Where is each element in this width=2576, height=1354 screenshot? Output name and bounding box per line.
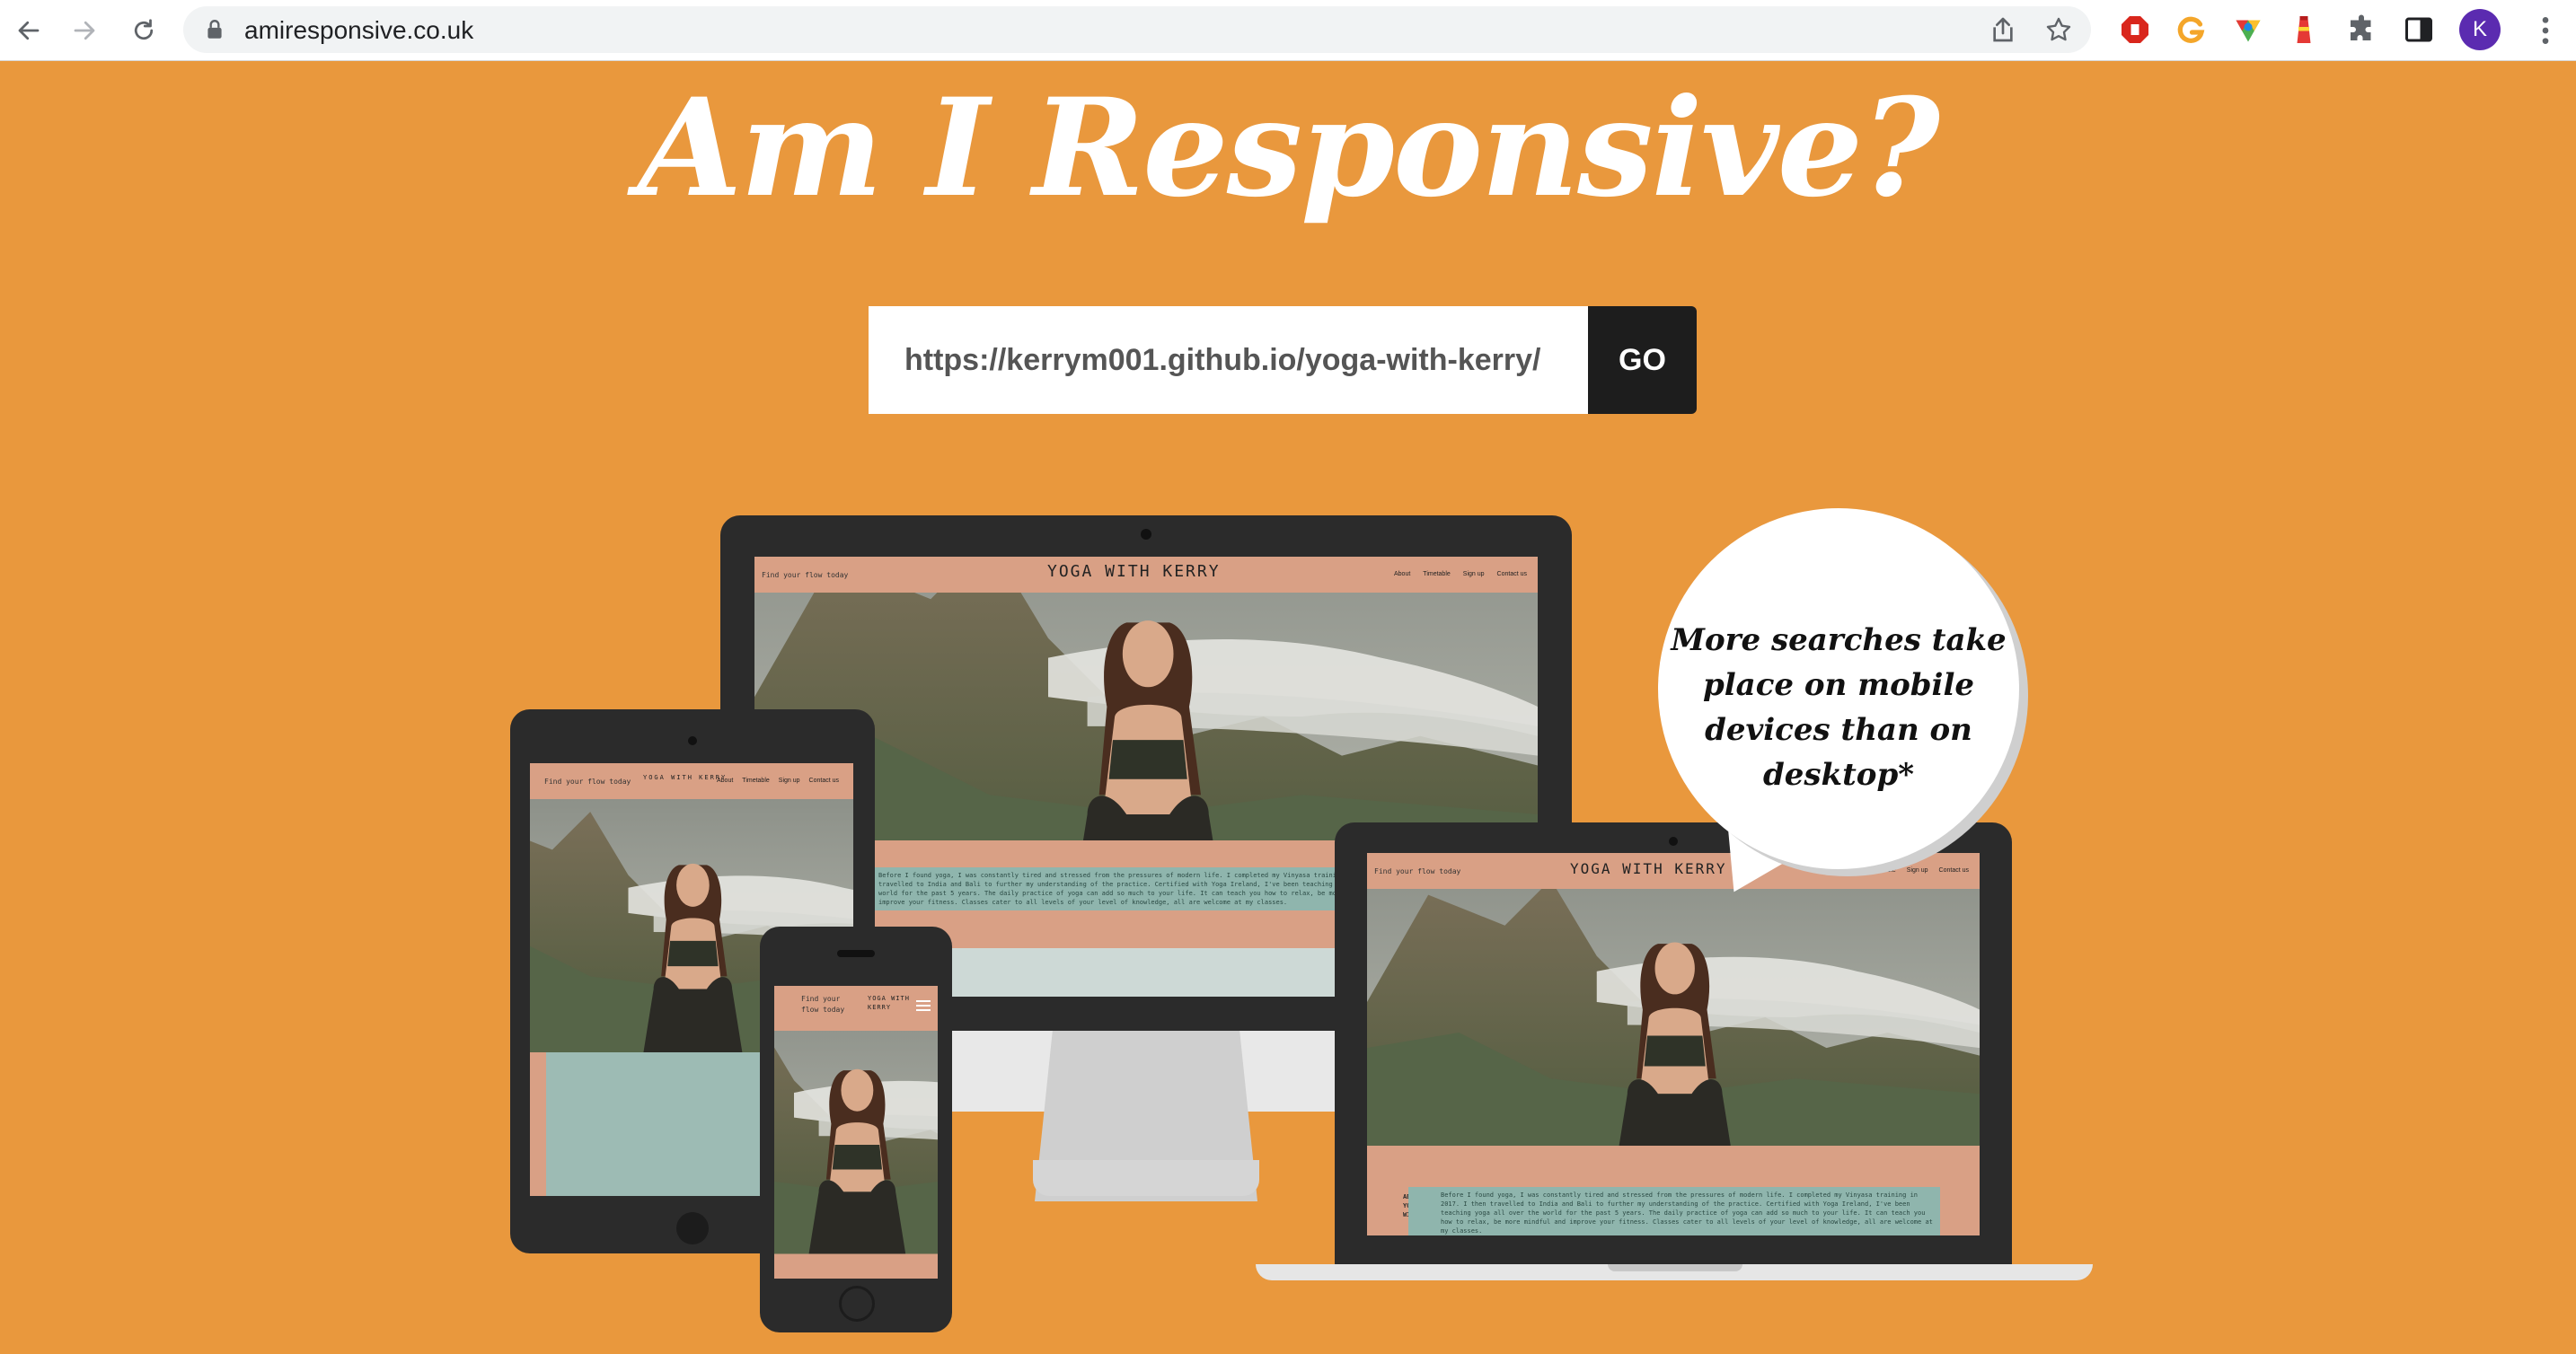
forward-button[interactable] (65, 11, 104, 50)
site-nav: About Timetable Sign up Contact us (1394, 571, 1527, 577)
bookmark-star-icon[interactable] (2044, 15, 2073, 44)
arrow-right-icon (74, 21, 95, 40)
site-nav-about: About (717, 778, 734, 784)
about-text-block: Before I found yoga, I was constantly ti… (1408, 1187, 1940, 1235)
site-tagline: Find your flow today (544, 778, 631, 786)
home-button (839, 1286, 875, 1322)
camera-dot (1141, 529, 1151, 540)
profile-avatar[interactable]: K (2459, 9, 2501, 50)
hero-photo (774, 1031, 938, 1279)
site-header: Find your flow today YOGA WITH KERRY (774, 986, 938, 1031)
colorful-extension-icon[interactable] (2231, 13, 2265, 47)
site-header: Find your flow today YOGA WITH KERRY Abo… (530, 763, 853, 799)
lock-icon (207, 20, 222, 39)
adblock-extension-icon[interactable] (2118, 13, 2152, 47)
site-nav-contact: Contact us (1496, 571, 1527, 577)
site-nav-timetable: Timetable (1868, 867, 1896, 874)
address-bar[interactable]: amiresponsive.co.uk (183, 6, 2091, 53)
site-nav-timetable: Timetable (1423, 571, 1451, 577)
site-tagline-line2: flow today (801, 1006, 845, 1014)
camera-dot (688, 736, 697, 745)
site-brand-line1: YOGA WITH (868, 995, 910, 1002)
home-button (676, 1212, 709, 1244)
browser-toolbar: amiresponsive.co.uk K (0, 0, 2576, 61)
back-button[interactable] (9, 11, 49, 50)
extensions-puzzle-icon[interactable] (2344, 13, 2378, 47)
site-brand: YOGA WITH KERRY (643, 774, 728, 781)
more-menu-icon[interactable] (2527, 13, 2563, 48)
site-nav-signup: Sign up (778, 778, 800, 784)
site-header: Find your flow today YOGA WITH KERRY Abo… (754, 557, 1538, 593)
lighthouse-extension-icon[interactable] (2287, 13, 2321, 47)
site-tagline: Find your flow today (762, 571, 849, 579)
camera-dot (1669, 837, 1678, 846)
phone-screen: Find your flow today YOGA WITH KERRY (774, 986, 938, 1279)
page-title: Am I Responsive? (637, 69, 1940, 227)
bubble-text: More searches take place on mobile devic… (1671, 622, 2007, 793)
site-nav-about: About (1394, 571, 1411, 577)
site-nav-contact: Contact us (1938, 867, 1969, 874)
site-nav: About Timetable Sign up Contact us (1841, 867, 1969, 874)
hamburger-menu-icon[interactable] (916, 1000, 931, 1011)
monitor-foot (1033, 1160, 1259, 1196)
laptop-device: Find your flow today YOGA WITH KERRY Abo… (1335, 822, 2012, 1268)
laptop-screen: Find your flow today YOGA WITH KERRY Abo… (1367, 853, 1980, 1235)
site-nav-timetable: Timetable (742, 778, 770, 784)
site-nav-signup: Sign up (1906, 867, 1928, 874)
url-form: GO (869, 306, 1697, 414)
site-nav-contact: Contact us (808, 778, 839, 784)
side-panel-icon[interactable] (2402, 13, 2436, 47)
grammar-extension-icon[interactable] (2174, 13, 2208, 47)
share-icon[interactable] (1989, 15, 2017, 44)
hero-photo (1367, 889, 1980, 1146)
go-button[interactable]: GO (1588, 306, 1697, 414)
site-brand: YOGA WITH KERRY (1570, 860, 1727, 877)
site-nav-signup: Sign up (1462, 571, 1485, 577)
site-brand-line2: KERRY (868, 1004, 892, 1011)
reload-button[interactable] (124, 11, 163, 50)
site-tagline-line1: Find your (801, 995, 841, 1003)
laptop-notch (1608, 1264, 1742, 1271)
phone-speaker (837, 950, 875, 957)
site-nav: About Timetable Sign up Contact us (717, 778, 839, 784)
site-brand: YOGA WITH KERRY (1047, 562, 1221, 581)
url-input[interactable] (869, 306, 1588, 414)
arrow-left-icon (18, 21, 40, 40)
site-tagline: Find your flow today (1374, 867, 1461, 875)
phone-device: Find your flow today YOGA WITH KERRY (760, 927, 952, 1332)
reload-icon (134, 19, 154, 40)
address-url[interactable]: amiresponsive.co.uk (244, 16, 473, 45)
